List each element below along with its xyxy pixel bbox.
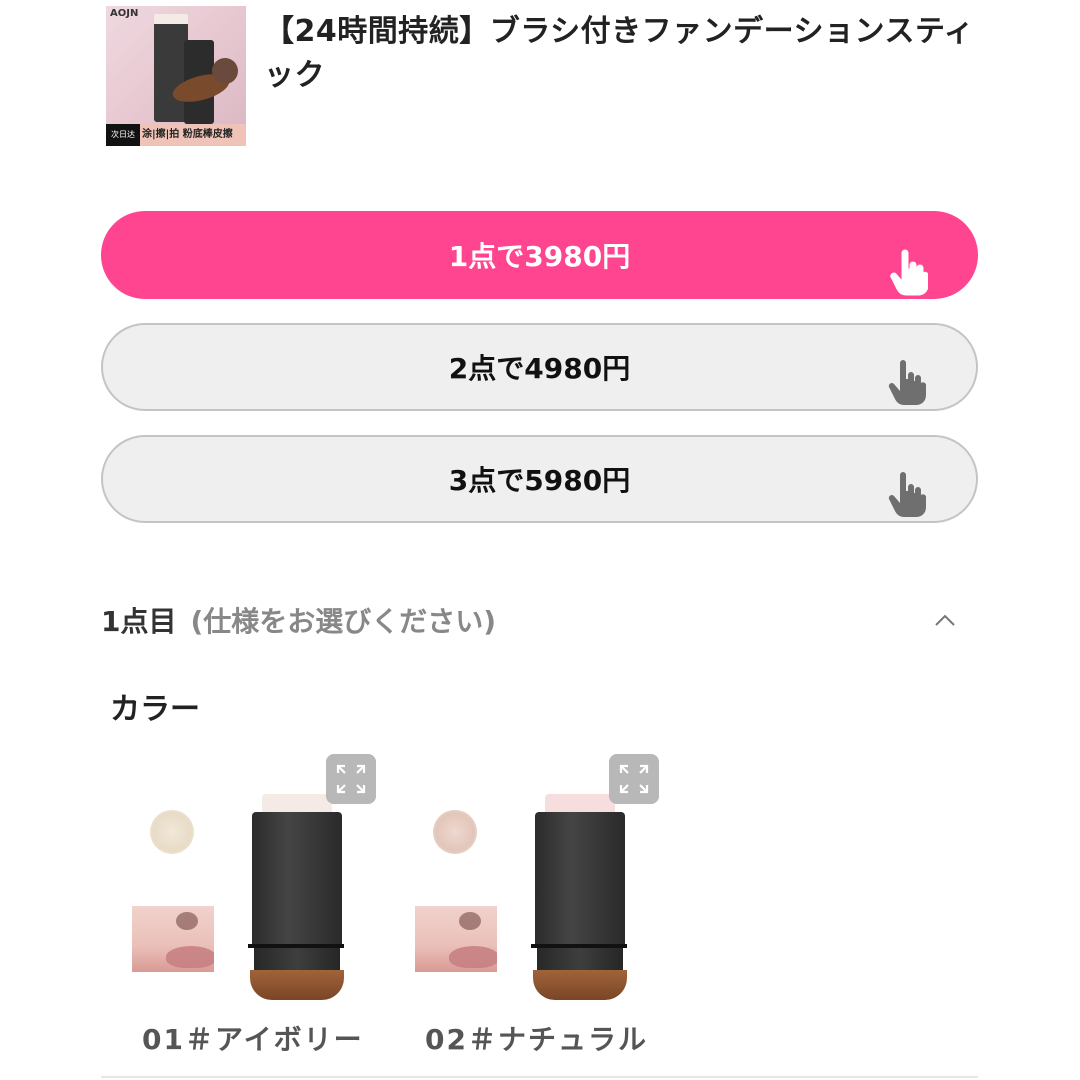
powder-swatch	[150, 810, 194, 854]
stick-brush	[250, 970, 344, 1000]
nose-shadow	[459, 912, 481, 930]
expand-icon[interactable]	[326, 754, 376, 804]
color-option-caption: 01＃アイボリー	[142, 1023, 364, 1056]
item-number-label: 1点目	[101, 605, 177, 638]
bundle-label: 3点で5980円	[448, 464, 631, 497]
lip-shape	[166, 946, 214, 968]
color-option-caption: 02＃ナチュラル	[425, 1023, 648, 1056]
pointer-hand-icon	[890, 249, 928, 296]
bundle-3-button[interactable]: 3点で5980円	[101, 435, 978, 523]
thumbnail-badge	[212, 58, 238, 84]
item-spec-header[interactable]: 1点目 (仕様をお選びください)	[101, 598, 967, 642]
bundle-label: 1点で3980円	[448, 240, 631, 273]
pointer-hand-icon	[888, 472, 926, 517]
color-label: カラー	[110, 692, 200, 727]
pointer-hand-icon	[888, 360, 926, 405]
bundle-1-button[interactable]: 1点で3980円	[101, 211, 978, 299]
stick-lower	[537, 948, 623, 972]
bundle-label: 2点で4980円	[448, 352, 631, 385]
powder-swatch	[433, 810, 477, 854]
nose-shadow	[176, 912, 198, 930]
stick-brush	[533, 970, 627, 1000]
divider	[101, 1076, 978, 1078]
product-thumbnail[interactable]: AOJN 涂|擦|拍 粉底棒皮擦 次日达	[106, 6, 246, 146]
foundation-stick-image	[248, 794, 344, 1000]
bundle-2-button[interactable]: 2点で4980円	[101, 323, 978, 411]
lip-shape	[449, 946, 497, 968]
color-option-ivory[interactable]: 01＃アイボリー	[132, 750, 382, 1056]
color-option-natural[interactable]: 02＃ナチュラル	[415, 750, 665, 1056]
foundation-stick-image	[531, 794, 627, 1000]
spec-hint: (仕様をお選びください)	[190, 605, 497, 638]
product-title: 【24時間持続】ブラシ付きファンデーションスティック	[264, 14, 975, 93]
skin-sample-image	[132, 906, 214, 972]
stick-lower	[254, 948, 340, 972]
expand-icon[interactable]	[609, 754, 659, 804]
thumbnail-stick	[154, 14, 188, 122]
skin-sample-image	[415, 906, 497, 972]
stick-body	[535, 812, 625, 948]
thumbnail-banner-tag: 次日达	[106, 124, 140, 146]
thumbnail-brand: AOJN	[110, 8, 139, 19]
stick-body	[252, 812, 342, 948]
chevron-up-icon[interactable]	[933, 608, 957, 632]
